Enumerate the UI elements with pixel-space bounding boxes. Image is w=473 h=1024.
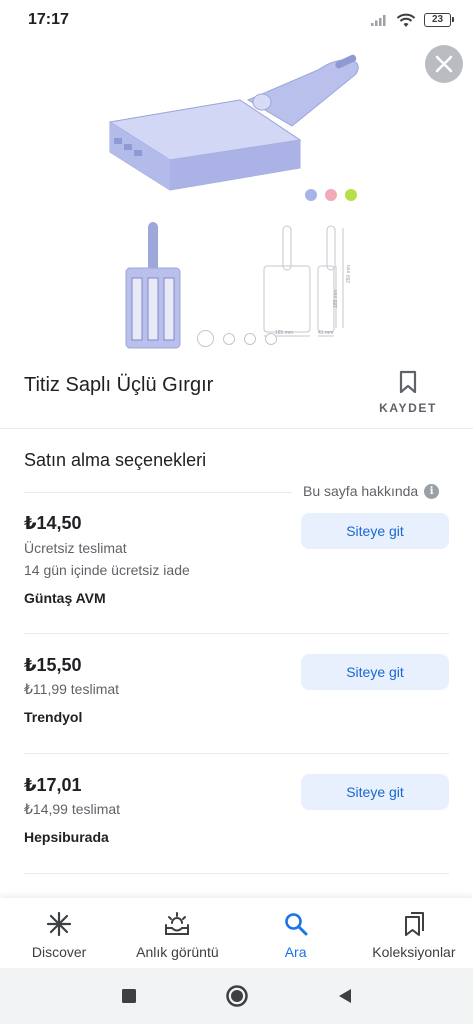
- save-button[interactable]: KAYDET: [376, 370, 440, 420]
- nav-discover[interactable]: Discover: [0, 898, 118, 968]
- nav-snapshot[interactable]: Anlık görüntü: [118, 898, 236, 968]
- image-pager: [197, 330, 277, 347]
- back-triangle-icon: [338, 989, 351, 1003]
- search-icon: [283, 910, 309, 938]
- product-main-image[interactable]: [0, 40, 473, 220]
- home-button[interactable]: [223, 982, 251, 1010]
- product-title-row: Titiz Saplı Üçlü Gırgır KAYDET: [0, 362, 473, 428]
- asterisk-icon: [46, 910, 72, 938]
- signal-icon: [371, 15, 386, 26]
- circle-icon: [225, 985, 248, 1007]
- offer-seller: Güntaş AVM: [24, 590, 106, 606]
- go-to-site-button[interactable]: Siteye git: [301, 513, 449, 549]
- close-button[interactable]: [425, 45, 463, 83]
- bookmark-icon: [399, 370, 417, 394]
- collections-icon: [402, 910, 426, 938]
- offer-delivery: ₺11,99 teslimat: [24, 681, 120, 697]
- offer-delivery: Ücretsiz teslimat: [24, 540, 127, 556]
- pager-dot-3[interactable]: [244, 332, 256, 345]
- nav-label: Ara: [284, 944, 307, 960]
- color-swatch-green[interactable]: [345, 189, 357, 201]
- go-to-site-button[interactable]: Siteye git: [301, 774, 449, 810]
- system-navigation-bar: [0, 968, 473, 1024]
- divider: [0, 428, 473, 429]
- go-to-site-button[interactable]: Siteye git: [301, 654, 449, 690]
- divider: [24, 633, 449, 634]
- offer-card: ₺15,50 ₺11,99 teslimat Trendyol Siteye g…: [0, 641, 473, 753]
- pager-dot-4[interactable]: [265, 332, 277, 345]
- offer-returns: 14 gün içinde ücretsiz iade: [24, 562, 190, 578]
- purchase-options-title: Satın alma seçenekleri: [24, 450, 207, 470]
- recents-button[interactable]: [115, 982, 143, 1010]
- color-swatch-blue[interactable]: [305, 189, 317, 201]
- offer-price: ₺14,50: [24, 513, 82, 533]
- dimension-height: 185 mm: [333, 290, 339, 308]
- pager-dot-2[interactable]: [223, 332, 235, 345]
- back-button[interactable]: [331, 982, 359, 1010]
- thumbnail-brush[interactable]: [125, 222, 181, 349]
- battery-icon: 23: [424, 13, 454, 27]
- dimension-depth: 41 mm: [318, 330, 333, 336]
- status-icons: 23: [370, 13, 454, 28]
- offer-card: ₺17,01 ₺14,99 teslimat Hepsiburada Sitey…: [0, 761, 473, 873]
- color-options: [305, 189, 357, 201]
- about-this-page-link[interactable]: Bu sayfa hakkında i: [303, 483, 440, 499]
- offer-price: ₺15,50: [24, 655, 82, 675]
- nav-collections[interactable]: Koleksiyonlar: [355, 898, 473, 968]
- thumbnail-dimensions[interactable]: [263, 225, 344, 337]
- divider: [24, 873, 449, 874]
- close-icon: [435, 55, 453, 73]
- offer-seller: Trendyol: [24, 709, 83, 725]
- nav-search[interactable]: Ara: [237, 898, 355, 968]
- bottom-navigation: Discover Anlık görüntü Ara Koleksiyonlar: [0, 898, 473, 968]
- dimension-width: 185 mm: [275, 330, 293, 336]
- status-bar: 17:17 23: [0, 0, 473, 40]
- offer-price: ₺17,01: [24, 775, 82, 795]
- divider: [24, 753, 449, 754]
- pager-dot-1[interactable]: [197, 330, 214, 347]
- product-title: Titiz Saplı Üçlü Gırgır: [24, 374, 214, 396]
- about-page-label: Bu sayfa hakkında: [303, 483, 419, 499]
- status-time: 17:17: [28, 11, 69, 28]
- offer-seller: Hepsiburada: [24, 829, 109, 845]
- color-swatch-pink[interactable]: [325, 189, 337, 201]
- save-label: KAYDET: [379, 401, 437, 415]
- nav-label: Discover: [31, 944, 87, 960]
- nav-label: Anlık görüntü: [136, 944, 219, 960]
- offer-delivery: ₺14,99 teslimat: [24, 801, 121, 817]
- wifi-icon: [396, 13, 416, 27]
- square-icon: [121, 989, 136, 1003]
- offer-card: ₺14,50 Ücretsiz teslimat 14 gün içinde ü…: [0, 500, 473, 634]
- info-icon: i: [424, 483, 440, 499]
- nav-label: Koleksiyonlar: [372, 944, 456, 960]
- divider: [24, 492, 292, 493]
- dimension-total-height: 250 mm: [346, 265, 352, 283]
- sunrise-inbox-icon: [163, 910, 191, 938]
